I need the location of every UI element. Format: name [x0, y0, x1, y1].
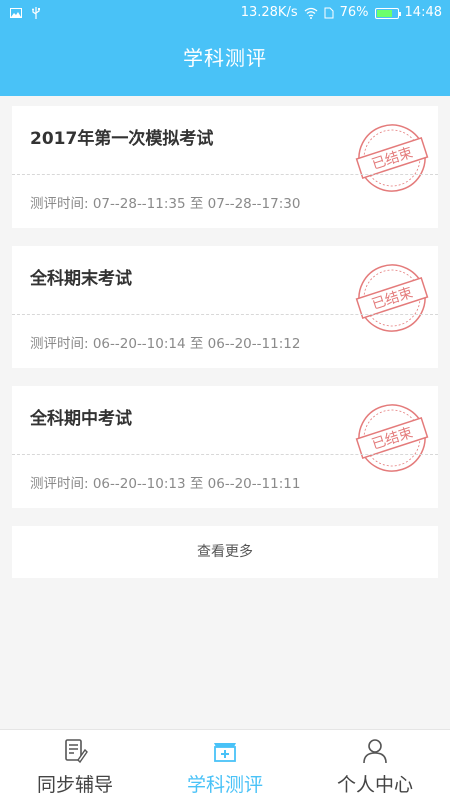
exam-card[interactable]: 全科期中考试 已结束 测评时间: 06--20--10:13 至 06--20-… — [12, 386, 438, 508]
view-more-button[interactable]: 查看更多 — [12, 526, 438, 578]
usb-icon — [32, 7, 40, 19]
divider — [12, 174, 438, 175]
app-header: 13.28K/s 76% 14:48 学科测评 — [0, 0, 450, 96]
divider — [12, 314, 438, 315]
tab-sync-tutoring[interactable]: 同步辅导 — [0, 730, 150, 800]
document-edit-icon — [65, 739, 88, 764]
page-title: 学科测评 — [183, 46, 267, 70]
ended-stamp-icon: 已结束 — [355, 124, 429, 192]
exam-time: 测评时间: 07--28--11:35 至 07--28--17:30 — [30, 196, 301, 212]
network-speed: 13.28K/s — [240, 5, 298, 20]
exam-card[interactable]: 全科期末考试 已结束 测评时间: 06--20--10:14 至 06--20-… — [12, 246, 438, 368]
person-icon — [363, 739, 387, 764]
ended-stamp-icon: 已结束 — [355, 264, 429, 332]
nav-label: 同步辅导 — [36, 774, 113, 796]
battery-percent: 76% — [339, 5, 369, 20]
divider — [12, 454, 438, 455]
nav-label: 个人中心 — [336, 774, 413, 796]
tab-subject-assessment[interactable]: 学科测评 — [150, 730, 300, 800]
nav-label: 学科测评 — [186, 774, 263, 796]
image-icon — [10, 8, 22, 18]
sim-icon — [324, 7, 334, 19]
clock: 14:48 — [404, 5, 442, 20]
exam-card[interactable]: 2017年第一次模拟考试 已结束 测评时间: 07--28--11:35 至 0… — [12, 106, 438, 228]
exam-list: 2017年第一次模拟考试 已结束 测评时间: 07--28--11:35 至 0… — [12, 106, 438, 578]
exam-time: 测评时间: 06--20--10:14 至 06--20--11:12 — [30, 336, 301, 352]
status-bar: 13.28K/s 76% 14:48 — [0, 0, 450, 26]
exam-name: 2017年第一次模拟考试 — [30, 129, 214, 149]
exam-time: 测评时间: 06--20--10:13 至 06--20--11:11 — [30, 476, 301, 492]
ended-stamp-icon: 已结束 — [355, 404, 429, 472]
exam-name: 全科期末考试 — [30, 269, 132, 289]
tab-personal-center[interactable]: 个人中心 — [300, 730, 450, 800]
medical-kit-icon — [214, 743, 236, 762]
bottom-nav: 同步辅导 学科测评 个人中心 — [0, 729, 450, 800]
wifi-icon — [304, 7, 318, 19]
exam-name: 全科期中考试 — [30, 409, 132, 429]
battery-icon — [374, 7, 401, 19]
